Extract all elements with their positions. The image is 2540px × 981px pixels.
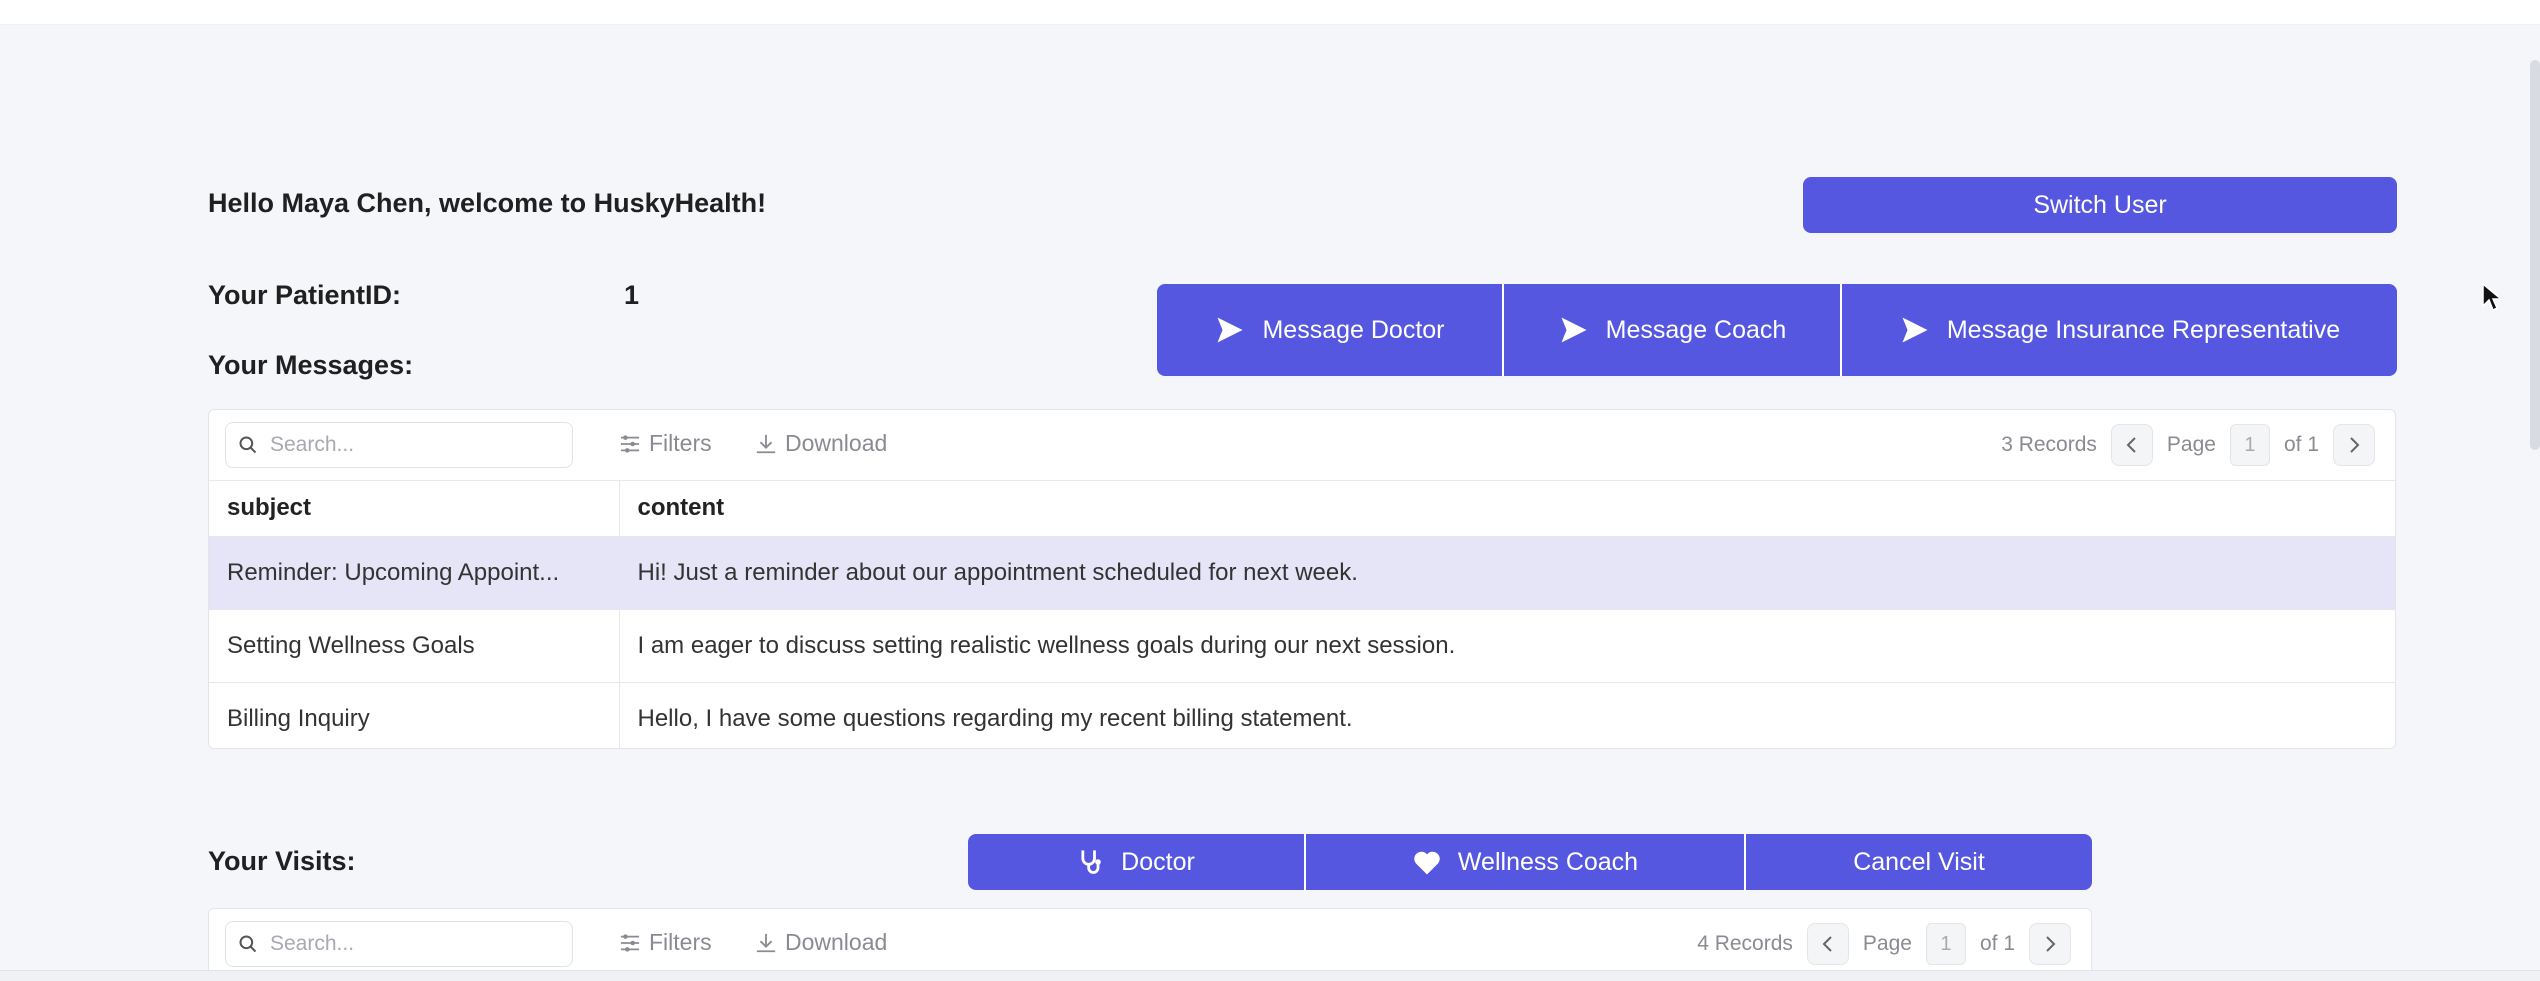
visit-wellness-coach-button[interactable]: Wellness Coach [1304,834,1744,890]
table-row[interactable]: Reminder: Upcoming Appoint... Hi! Just a… [209,536,2395,610]
visits-section-title: Your Visits: [208,846,356,876]
visit-button-group: Doctor Wellness Coach Cancel Visit [968,834,2092,890]
records-count: 4 Records [1697,932,1793,955]
page-number-input[interactable]: 1 [2229,424,2270,466]
next-page-button[interactable] [2333,424,2375,466]
cell-subject: Reminder: Upcoming Appoint... [209,536,620,610]
messages-pager: 3 Records Page 1 of 1 [2001,422,2375,468]
page-number-input[interactable]: 1 [1925,923,1966,965]
send-icon [1561,317,1587,343]
visits-pager: 4 Records Page 1 of 1 [1697,921,2071,967]
column-header-subject[interactable]: subject [209,480,620,537]
message-coach-label: Message Coach [1605,315,1787,344]
chevron-right-icon [2350,437,2360,453]
page-of-label: of 1 [1979,932,2015,955]
messages-search-input[interactable] [268,432,552,458]
message-coach-button[interactable]: Message Coach [1502,284,1840,376]
cell-content: I am eager to discuss setting realistic … [619,609,2395,683]
next-page-button[interactable] [2029,923,2071,965]
patient-id-label: Your PatientID: [208,280,402,310]
search-icon [239,935,257,953]
page-of-label: of 1 [2283,433,2319,456]
messages-filters-button[interactable]: Filters [619,430,712,457]
download-label: Download [785,929,888,955]
table-header-row: subject content [209,480,2395,537]
filter-icon [620,434,640,453]
column-header-content[interactable]: content [619,480,2395,537]
visits-search-input[interactable] [268,931,552,957]
chevron-left-icon [2126,437,2136,453]
chevron-right-icon [2046,936,2056,952]
heart-icon [1414,851,1440,875]
visits-table: Filters Download 4 Records Page 1 of 1 [208,908,2092,978]
table-row[interactable]: Billing Inquiry Hello, I have some quest… [209,682,2395,748]
filters-label: Filters [649,430,712,456]
messages-table-toolbar: Filters Download 3 Records Page 1 of 1 [209,410,2395,481]
prev-page-button[interactable] [1806,923,1849,965]
message-insurance-label: Message Insurance Representative [1946,315,2341,344]
messages-section-title: Your Messages: [208,350,414,380]
message-doctor-label: Message Doctor [1262,315,1445,344]
download-label: Download [785,430,888,456]
message-button-group: Message Doctor Message Coach Message Ins… [1157,284,2397,376]
send-icon [1217,317,1243,343]
visits-table-toolbar: Filters Download 4 Records Page 1 of 1 [209,909,2091,977]
cell-subject: Setting Wellness Goals [209,609,620,683]
visit-doctor-label: Doctor [1121,847,1195,876]
cell-subject: Billing Inquiry [209,682,620,748]
visits-download-button[interactable]: Download [755,929,887,956]
filters-label: Filters [649,929,712,955]
messages-table: Filters Download 3 Records Page 1 of 1 s… [208,409,2396,749]
prev-page-button[interactable] [2110,424,2153,466]
switch-user-button[interactable]: Switch User [1803,177,2397,233]
messages-grid: subject content Reminder: Upcoming Appoi… [209,480,2395,748]
page-label: Page [1862,932,1912,955]
page-bottom-divider [0,970,2540,981]
visit-wellness-coach-label: Wellness Coach [1457,847,1639,876]
cancel-visit-label: Cancel Visit [1853,847,1985,876]
top-bar [0,0,2540,25]
chevron-left-icon [1822,936,1832,952]
records-count: 3 Records [2001,433,2097,456]
visits-search[interactable] [225,921,573,967]
cell-content: Hi! Just a reminder about our appointmen… [619,536,2395,610]
patient-id-value: 1 [624,280,640,310]
message-doctor-button[interactable]: Message Doctor [1157,284,1502,376]
download-icon [756,933,776,952]
table-row[interactable]: Setting Wellness Goals I am eager to dis… [209,609,2395,683]
messages-download-button[interactable]: Download [755,430,887,457]
message-insurance-button[interactable]: Message Insurance Representative [1840,284,2397,376]
page-label: Page [2166,433,2216,456]
visits-filters-button[interactable]: Filters [619,929,712,956]
send-icon [1902,317,1928,343]
visit-doctor-button[interactable]: Doctor [968,834,1304,890]
welcome-heading: Hello Maya Chen, welcome to HuskyHealth! [208,188,767,218]
stethoscope-icon [1081,850,1101,874]
messages-search[interactable] [225,422,573,468]
download-icon [756,434,776,453]
cancel-visit-button[interactable]: Cancel Visit [1744,834,2092,890]
filter-icon [620,933,640,952]
page-scrollbar[interactable] [2530,60,2540,450]
mouse-cursor-icon [2482,282,2503,312]
cell-content: Hello, I have some questions regarding m… [619,682,2395,748]
search-icon [239,436,257,454]
